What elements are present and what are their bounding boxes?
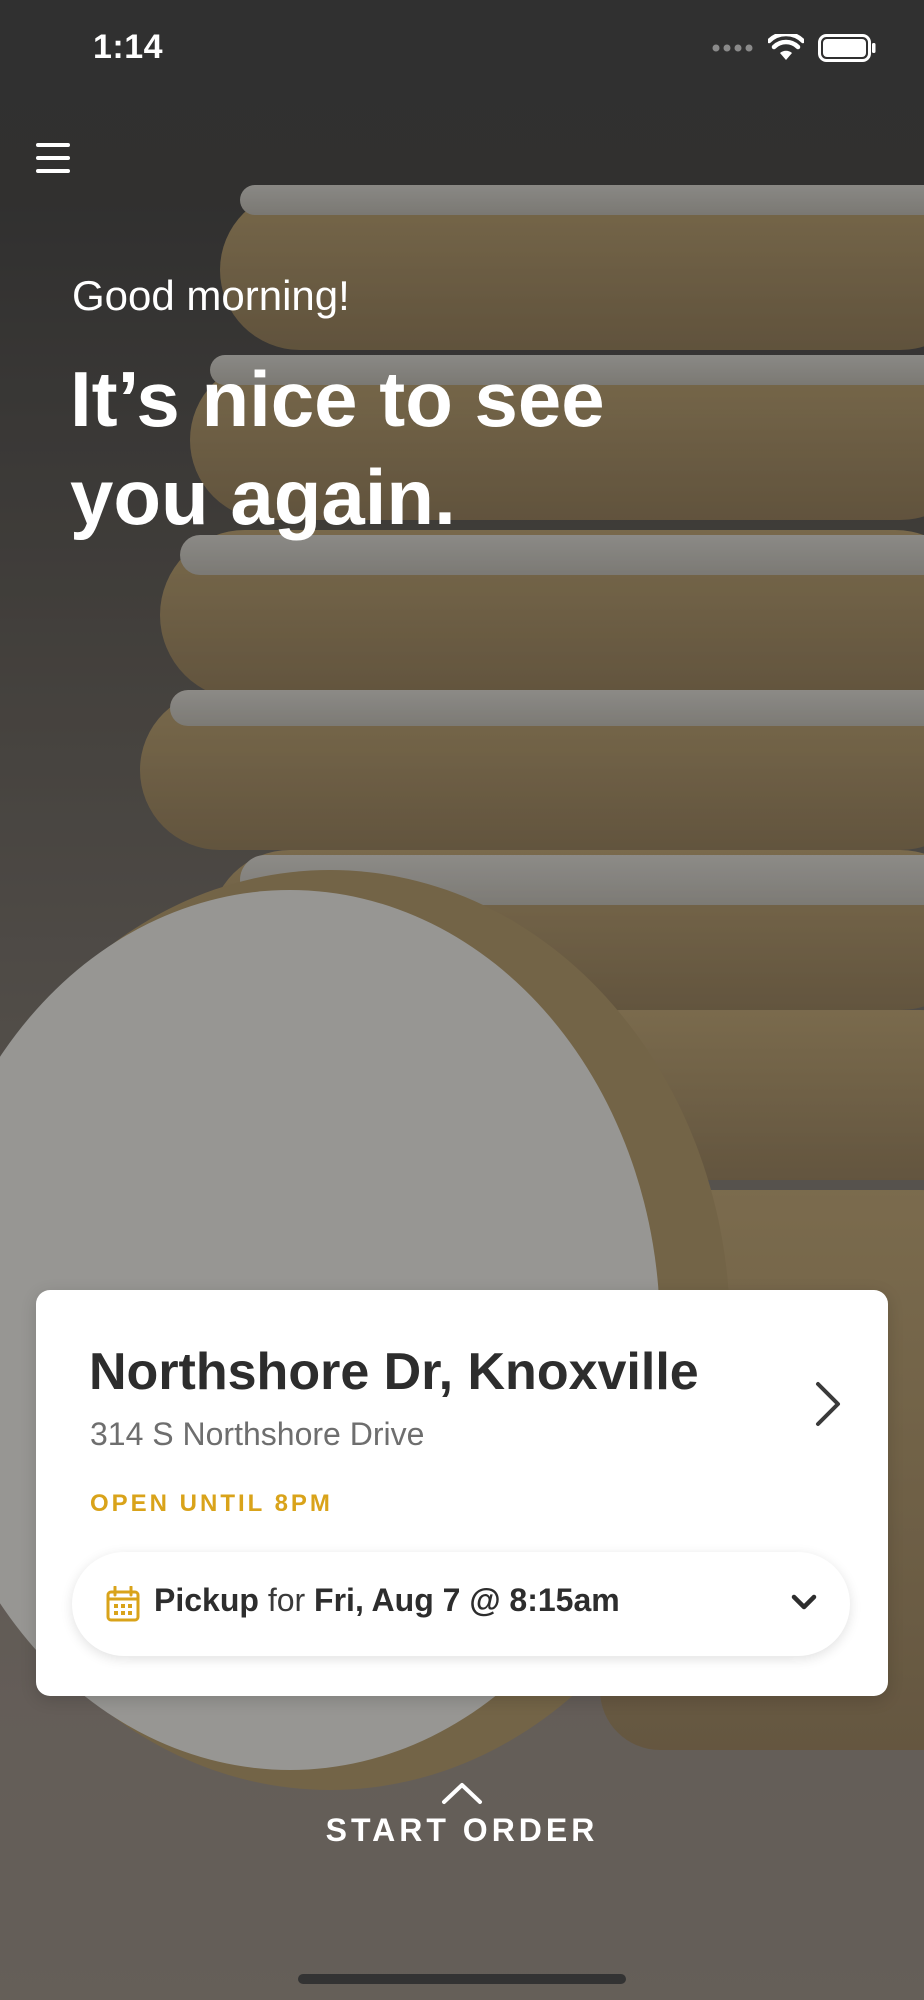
pickup-time-selector[interactable]: Pickup for Fri, Aug 7 @ 8:15am (72, 1552, 850, 1656)
pickup-summary: Pickup for Fri, Aug 7 @ 8:15am (154, 1582, 620, 1619)
status-time: 1:14 (93, 28, 164, 66)
home-indicator (298, 1974, 626, 1984)
store-name: Northshore Dr, Knoxville (89, 1343, 699, 1401)
start-order-button[interactable]: START ORDER (0, 1780, 924, 1849)
chevron-right-icon[interactable] (808, 1374, 848, 1434)
pickup-time: Fri, Aug 7 @ 8:15am (314, 1582, 620, 1618)
calendar-icon (106, 1586, 140, 1622)
chevron-up-icon (442, 1783, 482, 1804)
pickup-mode: Pickup (154, 1582, 259, 1618)
chevron-down-icon (791, 1594, 817, 1610)
store-card[interactable]: Northshore Dr, Knoxville 314 S Northshor… (36, 1290, 888, 1696)
home-screen: 1:14 Good morning! It’s nice to see you … (0, 0, 924, 2000)
wifi-icon (768, 34, 804, 60)
status-bar: 1:14 (0, 0, 924, 100)
store-hours: OPEN UNTIL 8PM (90, 1490, 333, 1517)
status-icons (712, 34, 876, 62)
pickup-connector: for (267, 1582, 306, 1618)
hamburger-menu-icon[interactable] (34, 140, 74, 180)
signal-icon (712, 44, 753, 52)
battery-icon (818, 34, 876, 62)
start-order-label: START ORDER (325, 1812, 599, 1848)
store-address: 314 S Northshore Drive (90, 1416, 425, 1452)
greeting-text: Good morning! (72, 272, 350, 319)
welcome-headline: It’s nice to see you again. (70, 355, 605, 541)
